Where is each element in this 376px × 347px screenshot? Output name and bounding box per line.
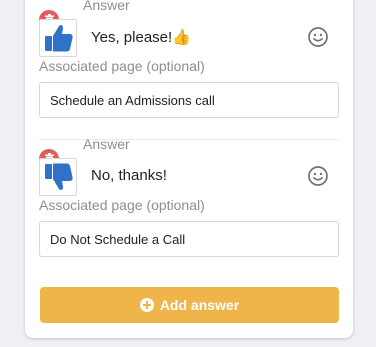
answer-text[interactable]: Yes, please!👍 <box>91 28 191 46</box>
answers-card: Answer Yes, please!👍 Associated page (op… <box>25 0 353 338</box>
smiley-icon <box>308 27 328 47</box>
answer-label: Answer <box>83 136 130 152</box>
add-answer-label: Add answer <box>159 297 240 313</box>
associated-page-label: Associated page (optional) <box>39 58 205 74</box>
plus-circle-icon <box>139 298 154 312</box>
answer-image[interactable] <box>39 158 77 196</box>
associated-page-input[interactable] <box>39 82 339 118</box>
answer-label: Answer <box>83 0 130 13</box>
associated-page-label: Associated page (optional) <box>39 197 205 213</box>
thumbs-up-icon <box>45 24 73 52</box>
emoji-picker-button[interactable] <box>307 165 329 187</box>
emoji-picker-button[interactable] <box>307 26 329 48</box>
thumbs-down-icon <box>45 163 73 191</box>
answer-text[interactable]: No, thanks! <box>91 167 167 184</box>
add-answer-button[interactable]: Add answer <box>40 287 339 323</box>
answer-image[interactable] <box>39 19 77 57</box>
smiley-icon <box>308 166 328 186</box>
associated-page-input[interactable] <box>39 221 339 257</box>
